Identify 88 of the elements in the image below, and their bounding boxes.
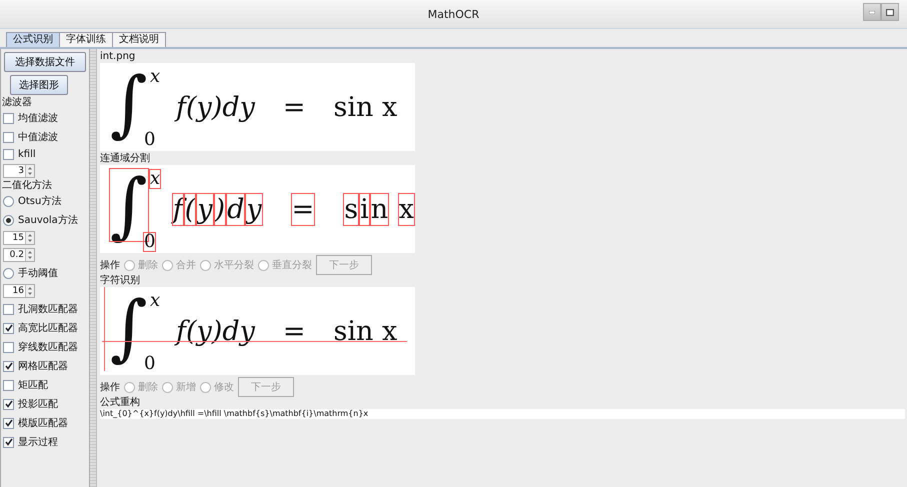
down-arrow-icon[interactable]: [26, 171, 34, 177]
down-arrow-icon[interactable]: [26, 238, 34, 244]
upper-limit: x: [150, 170, 160, 188]
segmented-glyph: i: [360, 194, 369, 224]
checkbox-label: 矩匹配: [18, 379, 48, 392]
number-spinner[interactable]: 16: [3, 284, 35, 298]
radio-label: 删除: [138, 381, 158, 394]
up-arrow-icon[interactable]: [26, 249, 34, 255]
checkbox-label: 投影匹配: [18, 398, 58, 411]
up-arrow-icon[interactable]: [26, 165, 34, 171]
number-spinner[interactable]: 3: [3, 164, 35, 178]
tab[interactable]: 字体训练: [59, 32, 113, 47]
checkbox-label: 网格匹配器: [18, 360, 68, 373]
segmented-glyph: x: [398, 194, 414, 224]
right-hand-side: sin x: [333, 316, 398, 346]
upper-limit: x: [150, 68, 160, 86]
radio-label: 修改: [214, 381, 234, 394]
segmented-glyph: y: [246, 194, 262, 224]
integrand: f(y)dy: [176, 92, 255, 122]
maximize-icon: [886, 8, 894, 16]
checkbox[interactable]: [3, 380, 14, 390]
checkbox-label: 模版匹配器: [18, 416, 68, 430]
operations-label: 操作: [100, 259, 120, 272]
radio-label: 合并: [176, 258, 196, 272]
lower-limit: 0: [144, 233, 156, 251]
radio-label: 水平分裂: [214, 258, 254, 272]
checkbox[interactable]: [3, 342, 14, 352]
sidebar-button[interactable]: 选择数据文件: [4, 52, 86, 72]
maximize-button[interactable]: [881, 3, 899, 21]
equals-sign: =: [282, 92, 306, 122]
radio-button[interactable]: [3, 196, 14, 206]
checkbox[interactable]: [3, 436, 14, 448]
checkbox[interactable]: [3, 112, 14, 124]
checkbox[interactable]: [3, 149, 14, 160]
radio-label: 删除: [138, 259, 158, 272]
tab[interactable]: 公式识别: [6, 32, 60, 47]
integrand: f(y)dy: [176, 316, 255, 346]
segmented-glyph: =: [292, 194, 314, 224]
checkbox-label: kfill: [18, 149, 36, 160]
operations-label: 操作: [100, 381, 120, 394]
segmented-glyph: d: [227, 194, 244, 224]
segmented-glyph: (: [184, 194, 196, 224]
up-arrow-icon[interactable]: [26, 232, 34, 238]
window-title: MathOCR: [428, 8, 480, 20]
down-arrow-icon[interactable]: [26, 291, 34, 297]
sidebar-button[interactable]: 选择图形: [10, 75, 68, 95]
checkbox[interactable]: [3, 418, 14, 428]
section-label: int.png: [100, 51, 136, 62]
segmented-glyph: n: [370, 194, 388, 224]
latex-output: \int_{0}^{x}f(y)dy\hfill =\hfill \mathbf{s}\mathbf{i}\mathrm{n}x: [100, 409, 905, 419]
checkbox-label: 显示过程: [18, 436, 58, 449]
section-label: 连通域分割: [100, 153, 151, 164]
number-spinner[interactable]: 15: [3, 231, 35, 245]
checkbox-label: 高宽比匹配器: [18, 322, 78, 335]
checkbox-label: 穿线数匹配器: [18, 340, 78, 354]
group-heading: 滤波器: [2, 97, 33, 108]
tab[interactable]: 文档说明: [112, 32, 166, 47]
segmented-glyph: y: [197, 194, 213, 224]
checkbox[interactable]: [3, 304, 14, 314]
lower-limit: 0: [144, 131, 156, 149]
checkbox[interactable]: [3, 132, 14, 142]
section-label: 公式重构: [100, 397, 141, 408]
minimize-icon: [869, 10, 875, 14]
radio-label: 垂直分裂: [272, 258, 312, 272]
checkbox[interactable]: [3, 398, 14, 410]
equals-sign: =: [282, 316, 306, 346]
up-arrow-icon[interactable]: [26, 285, 34, 291]
checkbox-label: 孔洞数匹配器: [18, 303, 78, 316]
lower-limit: 0: [144, 355, 156, 373]
down-arrow-icon[interactable]: [26, 255, 34, 261]
upper-limit: x: [150, 292, 160, 310]
checkbox[interactable]: [3, 322, 14, 334]
radio-button[interactable]: [3, 214, 14, 226]
checkbox[interactable]: [3, 360, 14, 372]
splitter-handle[interactable]: [90, 49, 97, 487]
segmented-glyph: ): [214, 194, 226, 224]
radio-label: Sauvola方法: [18, 214, 78, 227]
checkbox-label: 均值滤波: [18, 112, 58, 125]
radio-label: Otsu方法: [18, 194, 62, 208]
radio-label: 手动阈值: [18, 266, 58, 280]
segmented-glyph: s: [344, 194, 358, 224]
checkbox-label: 中值滤波: [18, 130, 58, 144]
radio-label: 新增: [176, 380, 196, 394]
radio-button[interactable]: [3, 268, 14, 278]
group-heading: 二值化方法: [2, 180, 53, 191]
number-spinner[interactable]: 0.2: [3, 248, 35, 262]
section-label: 字符识别: [100, 275, 141, 286]
right-hand-side: sin x: [333, 92, 398, 122]
